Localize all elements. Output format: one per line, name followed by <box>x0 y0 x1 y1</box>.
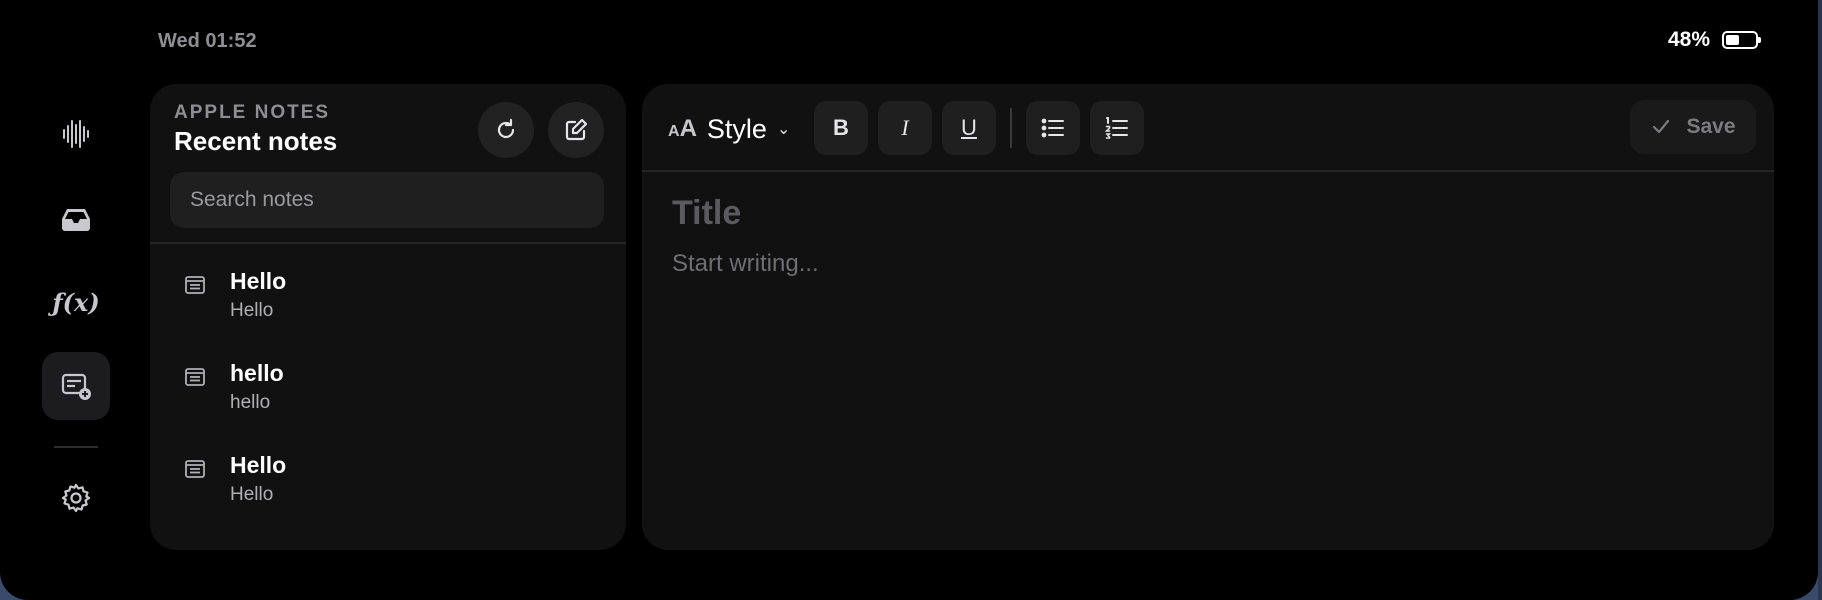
function-fx-icon: ƒ(x) <box>52 287 100 317</box>
list-item[interactable]: Hello Hello <box>150 440 626 532</box>
search-input[interactable] <box>170 172 604 228</box>
bullet-list-icon <box>1041 118 1064 138</box>
note-preview: Hello <box>230 300 274 321</box>
note-title: Hello <box>230 268 287 294</box>
bold-button[interactable]: B <box>814 101 868 155</box>
toolbar-divider <box>1010 108 1012 148</box>
style-label: Style <box>706 113 767 144</box>
note-title-input[interactable] <box>672 194 1732 233</box>
underline-button[interactable]: U <box>942 101 996 155</box>
note-list: Hello Hello hello hello Hello Hello <box>150 256 626 532</box>
chevron-down-icon: ⌄ <box>776 121 791 138</box>
italic-icon: I <box>901 115 909 140</box>
note-icon <box>185 460 205 478</box>
battery-level <box>1726 35 1739 45</box>
save-label: Save <box>1686 115 1736 138</box>
sidebar-item-inbox[interactable] <box>42 184 110 252</box>
list-item[interactable]: hello hello <box>150 348 626 440</box>
sidebar-item-notes[interactable] <box>42 352 110 420</box>
editor-toolbar: AA Style ⌄ B I U Save <box>642 84 1774 172</box>
refresh-button[interactable] <box>478 102 534 158</box>
window-edge <box>1818 0 1822 600</box>
battery-percent: 48% <box>1667 28 1710 51</box>
numbered-list-button[interactable] <box>1090 101 1144 155</box>
note-preview: hello <box>230 392 271 413</box>
text-size-icon: AA <box>668 115 697 142</box>
app-window: Wed 01:52 48% ƒ(x) APPLE NOTES Recent no… <box>0 0 1818 600</box>
underline-icon: U <box>961 115 977 140</box>
compose-button[interactable] <box>548 102 604 158</box>
note-preview: Hello <box>230 484 274 505</box>
checkmark-icon <box>1653 119 1670 134</box>
note-title: hello <box>230 360 284 386</box>
italic-button[interactable]: I <box>878 101 932 155</box>
sidebar-item-settings[interactable] <box>42 464 110 532</box>
editor-panel: AA Style ⌄ B I U Save Title Start writin… <box>642 84 1774 550</box>
status-battery: 48% <box>1667 28 1761 52</box>
gear-icon <box>61 483 91 513</box>
note-icon <box>185 368 205 386</box>
style-dropdown[interactable]: AA Style ⌄ <box>668 104 790 154</box>
app-name: APPLE NOTES <box>174 102 331 123</box>
battery-icon <box>1722 31 1761 49</box>
panel-divider <box>150 242 626 244</box>
note-title: Hello <box>230 452 287 478</box>
inbox-tray-icon <box>62 209 90 231</box>
list-item[interactable]: Hello Hello <box>150 256 626 348</box>
bold-icon: B <box>833 115 849 140</box>
note-icon <box>185 276 205 294</box>
save-button[interactable]: Save <box>1630 100 1756 154</box>
numbered-list-icon <box>1104 117 1128 139</box>
note-add-icon <box>61 373 91 400</box>
refresh-icon <box>497 118 515 139</box>
note-body-input[interactable] <box>672 250 1732 510</box>
sidebar-item-voice[interactable] <box>42 100 110 168</box>
status-time: Wed 01:52 <box>158 30 257 52</box>
notes-panel: APPLE NOTES Recent notes Hello Hello hel… <box>150 84 626 550</box>
panel-title: Recent notes <box>174 126 338 156</box>
waveform-icon <box>63 120 89 148</box>
compose-icon <box>565 118 588 141</box>
sidebar-item-functions[interactable]: ƒ(x) <box>42 268 110 336</box>
sidebar-divider <box>54 446 98 448</box>
bullet-list-button[interactable] <box>1026 101 1080 155</box>
